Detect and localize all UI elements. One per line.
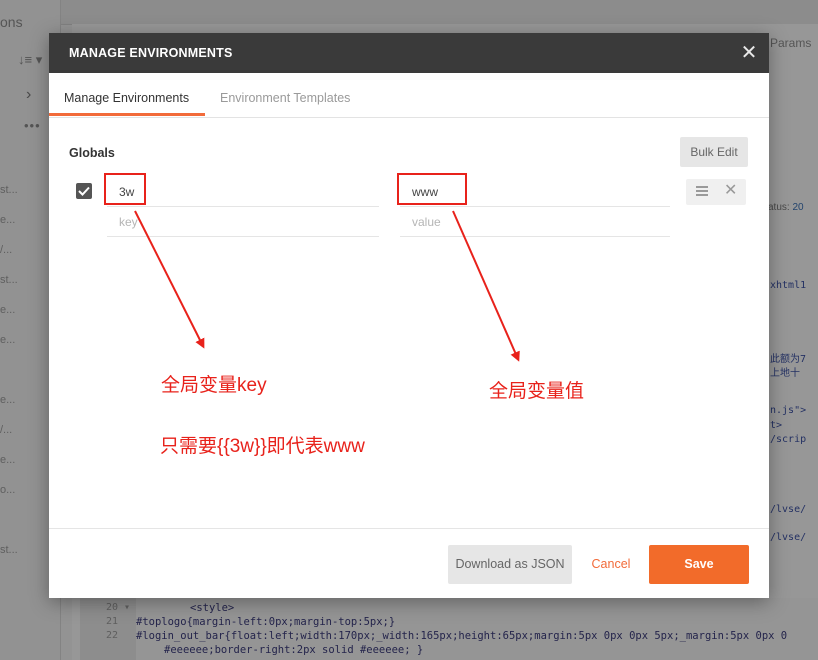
- usage-annotation: 只需要{{3w}}即代表www: [160, 436, 365, 457]
- manage-environments-dialog: MANAGE ENVIRONMENTS ✕ Manage Environment…: [49, 33, 769, 598]
- key-arrow: [134, 210, 205, 349]
- annotation-arrows: [134, 210, 520, 362]
- value-arrow: [452, 210, 520, 362]
- cancel-button[interactable]: Cancel: [589, 545, 633, 584]
- dialog-footer: Download as JSON Cancel Save: [49, 528, 769, 599]
- value-annotation: 全局变量值: [489, 381, 585, 402]
- download-json-button[interactable]: Download as JSON: [448, 545, 572, 584]
- save-button[interactable]: Save: [649, 545, 749, 584]
- key-annotation: 全局变量key: [161, 375, 267, 396]
